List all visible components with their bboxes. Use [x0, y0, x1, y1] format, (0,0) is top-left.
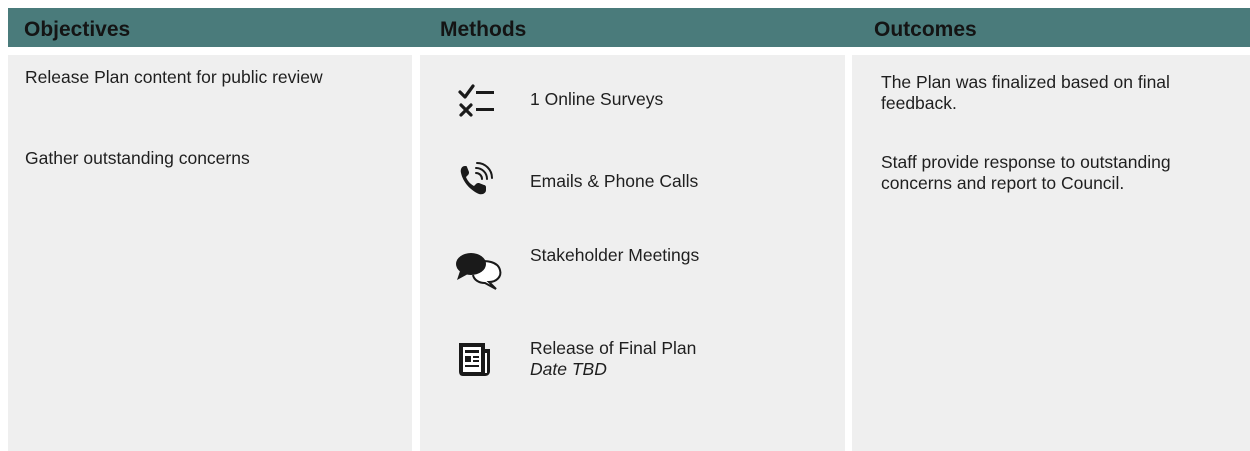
method-sublabel: Date TBD — [530, 359, 607, 379]
method-item-online-surveys: 1 Online Surveys — [420, 77, 845, 125]
engagement-table: Objectives Methods Outcomes Release Plan… — [0, 0, 1250, 451]
method-item-release-final-plan: Release of Final Plan Date TBD — [420, 335, 845, 395]
method-item-emails-phone-calls: Emails & Phone Calls — [420, 160, 845, 208]
checklist-icon — [456, 81, 496, 121]
header-objectives: Objectives — [24, 18, 131, 41]
chat-bubbles-icon — [454, 247, 506, 290]
methods-column: 1 Online Surveys Emails & Phone Calls St… — [420, 55, 845, 451]
header-outcomes: Outcomes — [874, 18, 977, 41]
method-item-stakeholder-meetings: Stakeholder Meetings — [420, 235, 845, 291]
table-header: Objectives Methods Outcomes — [8, 8, 1250, 47]
header-methods: Methods — [440, 18, 527, 41]
outcome-item: The Plan was finalized based on final fe… — [881, 72, 1170, 113]
objectives-column: Release Plan content for public review G… — [8, 55, 412, 451]
phone-call-icon — [456, 160, 496, 200]
outcomes-column: The Plan was finalized based on final fe… — [852, 55, 1250, 451]
method-label: Release of Final Plan — [530, 338, 697, 358]
method-label: Stakeholder Meetings — [530, 245, 700, 265]
objective-item: Gather outstanding concerns — [25, 148, 250, 168]
method-label: 1 Online Surveys — [530, 89, 664, 109]
outcome-item: Staff provide response to outstanding co… — [881, 152, 1171, 193]
document-release-icon — [456, 340, 496, 380]
objective-item: Release Plan content for public review — [25, 67, 323, 87]
method-label: Emails & Phone Calls — [530, 171, 699, 191]
